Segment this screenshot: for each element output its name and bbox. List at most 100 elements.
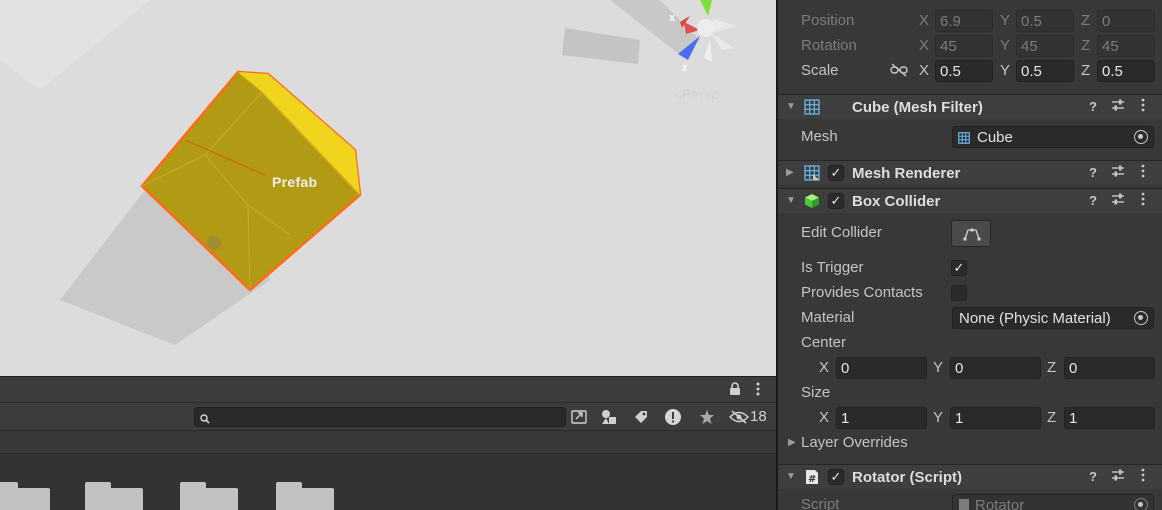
project-asset-grid: [0, 454, 776, 510]
position-x-field[interactable]: 6.9: [935, 10, 993, 32]
mesh-renderer-enabled-checkbox[interactable]: ✓: [828, 165, 844, 181]
project-search-input[interactable]: [213, 409, 558, 425]
provides-contacts-checkbox[interactable]: [951, 285, 967, 301]
mesh-renderer-title: Mesh Renderer: [852, 165, 961, 182]
help-icon[interactable]: ?: [1084, 192, 1102, 210]
collapse-arrow-icon[interactable]: ▼: [786, 101, 796, 112]
collapse-arrow-icon[interactable]: ▼: [786, 195, 796, 206]
is-trigger-checkbox[interactable]: ✓: [951, 260, 967, 276]
scene-view[interactable]: Prefab x z <Persp: [0, 0, 776, 376]
expand-arrow-icon[interactable]: ▶: [788, 437, 796, 448]
constrain-proportions-icon[interactable]: [890, 63, 908, 81]
axis-y-label: Y: [1000, 62, 1011, 79]
layer-overrides-row[interactable]: ▶ Layer Overrides: [778, 430, 1162, 455]
help-icon[interactable]: ?: [1084, 98, 1102, 116]
script-row: Script Rotator: [778, 492, 1162, 510]
axis-z-label: Z: [1081, 62, 1091, 79]
object-picker-icon[interactable]: [1134, 311, 1148, 325]
scene-canvas[interactable]: [0, 0, 776, 376]
presets-icon[interactable]: [1109, 468, 1127, 486]
size-y-field[interactable]: 1: [950, 407, 1041, 429]
rotation-y-field[interactable]: 45: [1016, 35, 1074, 57]
folder-icon[interactable]: [0, 482, 50, 510]
script-file-icon: [959, 499, 969, 510]
center-y-field[interactable]: 0: [950, 357, 1041, 379]
presets-icon[interactable]: [1109, 164, 1127, 182]
mesh-filter-title: Cube (Mesh Filter): [852, 99, 983, 116]
distant-object-shadow: [562, 28, 640, 64]
orientation-gizmo[interactable]: [678, 0, 736, 62]
label-tag-icon[interactable]: [628, 406, 654, 428]
star-icon[interactable]: [694, 406, 720, 428]
folder-icon[interactable]: [180, 482, 238, 510]
axis-y-label: Y: [933, 359, 944, 376]
rotator-script-title: Rotator (Script): [852, 469, 962, 486]
scale-x-field[interactable]: 0.5: [935, 60, 993, 82]
box-collider-enabled-checkbox[interactable]: ✓: [828, 193, 844, 209]
layer-overrides-label: Layer Overrides: [801, 434, 908, 451]
scale-y-field[interactable]: 0.5: [1016, 60, 1074, 82]
transform-position-row: Position X 6.9 Y 0.5 Z 0: [778, 8, 1162, 33]
scale-label: Scale: [801, 62, 839, 79]
axis-x-label: X: [919, 37, 930, 54]
axis-x-label: X: [919, 12, 930, 29]
inspector-panel: Position X 6.9 Y 0.5 Z 0 Rotation X 45 Y…: [778, 0, 1162, 510]
axis-z-label: Z: [1047, 359, 1057, 376]
help-icon[interactable]: ?: [1084, 164, 1102, 182]
mesh-filter-header[interactable]: ▼ Cube (Mesh Filter) ?: [778, 94, 1162, 119]
size-z-field[interactable]: 1: [1064, 407, 1155, 429]
rotation-z-field[interactable]: 45: [1097, 35, 1155, 57]
material-object-field[interactable]: None (Physic Material): [952, 307, 1154, 329]
rotation-x-field[interactable]: 45: [935, 35, 993, 57]
center-label: Center: [801, 334, 847, 351]
scale-z-field[interactable]: 0.5: [1097, 60, 1155, 82]
center-x-field[interactable]: 0: [836, 357, 927, 379]
kebab-menu-icon[interactable]: [1134, 98, 1152, 116]
help-icon[interactable]: ?: [1084, 468, 1102, 486]
size-x-field[interactable]: 1: [836, 407, 927, 429]
open-window-icon[interactable]: [566, 406, 592, 428]
presets-icon[interactable]: [1109, 98, 1127, 116]
box-collider-header[interactable]: ▼ ✓ Box Collider ?: [778, 188, 1162, 213]
axis-y-label: Y: [1000, 37, 1011, 54]
kebab-menu-icon[interactable]: [1134, 164, 1152, 182]
position-z-field[interactable]: 0: [1097, 10, 1155, 32]
collapse-arrow-icon[interactable]: ▼: [786, 471, 796, 482]
center-values-row: X 0 Y 0 Z 0: [778, 355, 1162, 380]
mesh-renderer-header[interactable]: ▶ ✓ Mesh Renderer ?: [778, 160, 1162, 185]
folder-icon[interactable]: [276, 482, 334, 510]
rotator-script-header[interactable]: ▼ # ✓ Rotator (Script) ?: [778, 464, 1162, 489]
axis-y-label: Y: [1000, 12, 1011, 29]
mesh-filter-icon: [804, 99, 820, 115]
position-y-field[interactable]: 0.5: [1016, 10, 1074, 32]
presets-icon[interactable]: [1109, 192, 1127, 210]
material-row: Material None (Physic Material): [778, 305, 1162, 330]
edit-collider-button[interactable]: [951, 220, 991, 247]
transform-rotation-row: Rotation X 45 Y 45 Z 45: [778, 33, 1162, 58]
edit-collider-row: Edit Collider: [778, 220, 1162, 250]
project-panel-header: [0, 376, 776, 402]
script-label: Script: [801, 496, 840, 510]
expand-arrow-icon[interactable]: ▶: [786, 167, 794, 178]
size-values-row: X 1 Y 1 Z 1: [778, 405, 1162, 430]
mesh-value: Cube: [977, 129, 1013, 146]
mesh-object-field[interactable]: Cube: [952, 126, 1154, 148]
folder-icon[interactable]: [85, 482, 143, 510]
filter-type-icon[interactable]: [596, 406, 622, 428]
project-search-box[interactable]: [194, 407, 566, 427]
script-icon: #: [804, 469, 820, 485]
kebab-menu-icon[interactable]: [746, 378, 770, 400]
kebab-menu-icon[interactable]: [1134, 468, 1152, 486]
edit-collider-label: Edit Collider: [801, 224, 882, 241]
object-picker-icon[interactable]: [1134, 130, 1148, 144]
visibility-hidden-icon[interactable]: [728, 406, 750, 428]
perspective-label[interactable]: <Persp: [674, 86, 719, 102]
center-z-field[interactable]: 0: [1064, 357, 1155, 379]
error-icon[interactable]: [660, 406, 686, 428]
rotator-enabled-checkbox[interactable]: ✓: [828, 469, 844, 485]
gizmo-x-label: x: [669, 12, 676, 24]
lock-icon[interactable]: [722, 378, 748, 400]
transform-scale-row: Scale X 0.5 Y 0.5 Z 0.5: [778, 58, 1162, 83]
kebab-menu-icon[interactable]: [1134, 192, 1152, 210]
project-panel: 18: [0, 376, 776, 510]
